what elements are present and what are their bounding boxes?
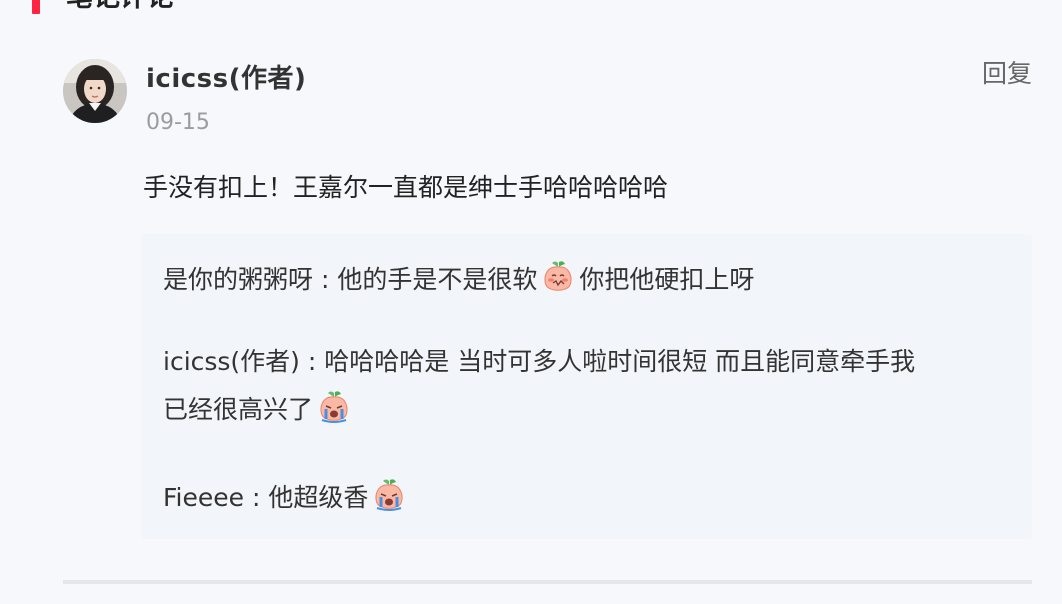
comment-section: 笔记评论 icicss(作者) 09-15 回复 手没有扣上！王嘉尔一直都是绅士… (0, 0, 1062, 604)
section-header: 笔记评论 (32, 0, 174, 14)
comment-text: 手没有扣上！王嘉尔一直都是绅士手哈哈哈哈哈 (143, 173, 669, 202)
section-accent-bar (32, 0, 40, 14)
reply-text: 是你的粥粥呀 : 他的手是不是很软 (163, 265, 538, 294)
comment-date: 09-15 (146, 110, 210, 135)
reply-item[interactable]: Fieeee : 他超级香 (163, 474, 1013, 522)
reply-text: icicss(作者) : 哈哈哈哈是 当时可多人啦时间很短 而且能同意牵手我 (163, 347, 916, 376)
reply-item[interactable]: icicss(作者) : 哈哈哈哈是 当时可多人啦时间很短 而且能同意牵手我 已… (163, 338, 1013, 434)
reply-button[interactable]: 回复 (982, 58, 1032, 90)
avatar[interactable] (63, 59, 127, 123)
section-title: 笔记评论 (66, 0, 174, 14)
peach-crying-emoji (320, 391, 348, 423)
reply-item[interactable]: 是你的粥粥呀 : 他的手是不是很软 你把他硬扣上呀 (163, 256, 1013, 304)
reply-list: 是你的粥粥呀 : 他的手是不是很软 你把他硬扣上呀 icicss(作者) : 哈哈… (141, 234, 1032, 539)
comment-author[interactable]: icicss(作者) (146, 62, 306, 96)
section-divider (63, 580, 1032, 584)
reply-text-continued: 你把他硬扣上呀 (579, 265, 755, 294)
peach-shy-emoji (544, 261, 572, 291)
avatar-image (63, 59, 127, 123)
reply-text-continued: 已经很高兴了 (163, 395, 314, 424)
peach-crying-emoji (375, 479, 403, 511)
reply-text: Fieeee : 他超级香 (163, 483, 369, 512)
